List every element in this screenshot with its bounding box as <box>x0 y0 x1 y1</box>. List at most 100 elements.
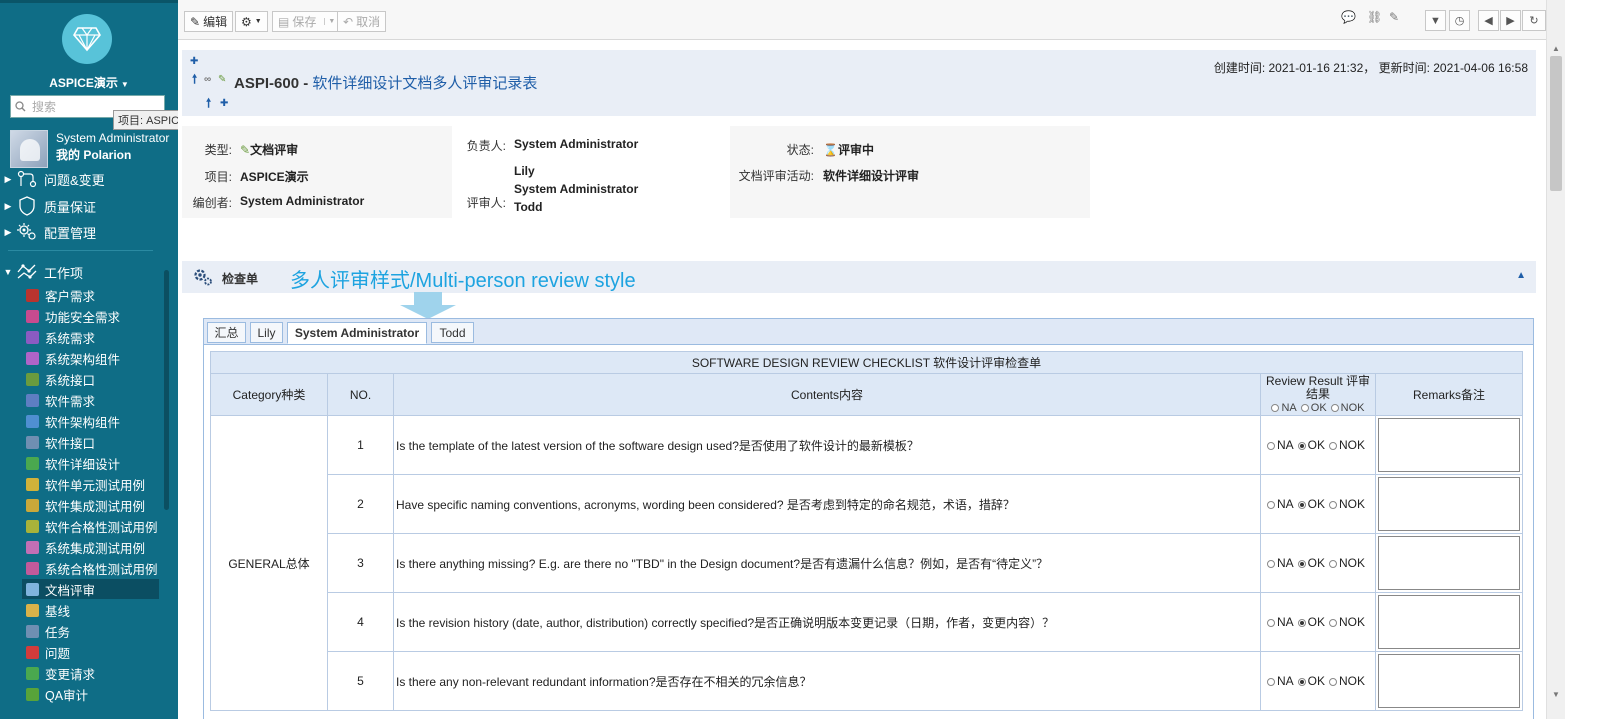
work-item-id[interactable]: ASPI-600 <box>234 75 299 92</box>
radio-ok[interactable] <box>1297 501 1306 509</box>
next-arrow-icon[interactable]: ▶ <box>1500 10 1521 31</box>
work-item-type-icon <box>26 351 39 365</box>
sidebar-item-14[interactable]: 文档评审 <box>22 579 159 599</box>
option-label: NOK <box>1339 556 1366 570</box>
work-item-type-icon <box>26 687 39 701</box>
radio-na[interactable] <box>1267 619 1275 627</box>
radio-na[interactable] <box>1267 678 1275 686</box>
child-arrow-icon[interactable]: 🠕 <box>206 94 211 115</box>
author-label: 编创者: <box>192 196 232 210</box>
sidebar-item-8[interactable]: 软件详细设计 <box>22 453 159 473</box>
sidebar-item-11[interactable]: 软件合格性测试用例 <box>22 516 159 536</box>
scroll-up-icon[interactable]: ▲ <box>1552 44 1560 53</box>
actions-menu-button[interactable]: ⚙ ▼ <box>235 11 268 32</box>
refresh-icon[interactable]: ↻ <box>1522 10 1546 31</box>
sidebar-item-4[interactable]: 系统接口 <box>22 369 159 389</box>
work-item-header: ✚ 🠕 ∞ ✎ 🠕 ✚ ASPI-600 - 软件详细设计文档多人评审记录表 创… <box>182 50 1536 116</box>
work-item-type-icon <box>26 309 39 323</box>
sidebar-item-5[interactable]: 软件需求 <box>22 390 159 410</box>
tab-system-administrator[interactable]: System Administrator <box>287 322 427 344</box>
nav-group-workitems[interactable]: ▼ 工作项 <box>0 260 170 284</box>
radio-na[interactable] <box>1267 442 1275 450</box>
parent-arrow-icon[interactable]: 🠕 <box>192 70 197 91</box>
tab-todd[interactable]: Todd <box>431 322 474 343</box>
cancel-button[interactable]: ↶ 取消 <box>337 11 387 32</box>
sidebar-scrollbar[interactable] <box>164 270 169 510</box>
nav-group-label: 质量保证 <box>44 199 97 215</box>
sidebar-item-13[interactable]: 系统合格性测试用例 <box>22 558 159 578</box>
header-review-result-text: Review Result 评审结果 <box>1265 373 1371 401</box>
save-button[interactable]: ▤ 保存 ▼ <box>272 11 342 32</box>
remarks-input[interactable] <box>1378 595 1520 649</box>
polarion-logo[interactable] <box>62 14 112 64</box>
add-plus-icon[interactable]: ✚ <box>220 98 228 109</box>
sidebar-item-1[interactable]: 功能安全需求 <box>22 306 159 326</box>
sidebar-item-label: 系统接口 <box>45 373 96 388</box>
sidebar-item-17[interactable]: 问题 <box>22 642 159 662</box>
previous-arrow-icon[interactable]: ◀ <box>1478 10 1499 31</box>
sidebar-item-16[interactable]: 任务 <box>22 621 159 641</box>
avatar[interactable] <box>10 130 48 168</box>
remarks-input[interactable] <box>1378 654 1520 708</box>
vertical-scrollbar[interactable]: ▲ ▼ <box>1546 0 1565 719</box>
title-separator: - <box>299 75 313 92</box>
gears-icon <box>194 269 212 286</box>
checklist-rows: GENERAL总体 1 Is the template of the latest … <box>210 415 1523 711</box>
history-clock-icon[interactable]: ◷ <box>1449 10 1470 31</box>
option-ok-label: OK <box>1310 401 1327 414</box>
sidebar-item-9[interactable]: 软件单元测试用例 <box>22 474 159 494</box>
sidebar-item-6[interactable]: 软件架构组件 <box>22 411 159 431</box>
remarks-input[interactable] <box>1378 536 1520 590</box>
radio-ok[interactable] <box>1297 678 1306 686</box>
filter-icon[interactable]: ▼ <box>1425 10 1446 31</box>
radio-nok[interactable] <box>1329 442 1338 450</box>
link-chain-icon[interactable]: ∞ <box>204 74 211 85</box>
radio-nok[interactable] <box>1329 619 1338 627</box>
sidebar-item-label: 软件架构组件 <box>45 415 121 430</box>
user-block[interactable]: System Administrator 我的 Polarion <box>10 130 169 168</box>
radio-na[interactable] <box>1267 501 1275 509</box>
collapse-arrow-icon[interactable]: ▲ <box>1516 270 1526 281</box>
nav-group-qa[interactable]: ▶ 质量保证 <box>0 194 170 218</box>
sidebar-item-2[interactable]: 系统需求 <box>22 327 159 347</box>
project-selector[interactable]: ASPICE演示 ▼ <box>0 74 178 91</box>
radio-ok[interactable] <box>1297 619 1306 627</box>
remarks-input[interactable] <box>1378 418 1520 472</box>
row-remarks-cell <box>1375 415 1523 475</box>
work-item-type-icon <box>26 519 39 533</box>
row-review-result: NA OK NOK <box>1260 474 1376 534</box>
sidebar-item-15[interactable]: 基线 <box>22 600 159 620</box>
nav-group-config[interactable]: ▶ 配置管理 <box>0 220 170 244</box>
sidebar-item-18[interactable]: 变更请求 <box>22 663 159 683</box>
sidebar-item-12[interactable]: 系统集成测试用例 <box>22 537 159 557</box>
radio-ok[interactable] <box>1297 442 1306 450</box>
edit-button[interactable]: ✎ 编辑 <box>184 11 234 32</box>
radio-nok[interactable] <box>1329 560 1338 568</box>
sidebar-item-19[interactable]: QA审计 <box>22 684 159 704</box>
sidebar-item-0[interactable]: 客户需求 <box>22 285 159 305</box>
scroll-down-icon[interactable]: ▼ <box>1552 690 1560 699</box>
scrollbar-thumb[interactable] <box>1550 56 1562 191</box>
chevron-right-icon: ▶ <box>4 226 12 237</box>
radio-na[interactable] <box>1267 560 1275 568</box>
expand-plus-icon[interactable]: ✚ <box>190 56 198 67</box>
my-polarion-link[interactable]: 我的 Polarion <box>56 147 169 164</box>
tab-summary[interactable]: 汇总 <box>207 322 246 343</box>
activity-label: 文档评审活动: <box>738 169 814 183</box>
radio-ok[interactable] <box>1297 560 1306 568</box>
sidebar-item-10[interactable]: 软件集成测试用例 <box>22 495 159 515</box>
nav-group-issues[interactable]: ▶ 问题&变更 <box>0 167 170 191</box>
radio-nok[interactable] <box>1329 678 1338 686</box>
table-row: 3 Is there anything missing? E.g. are the… <box>211 533 1523 593</box>
sidebar-item-7[interactable]: 软件接口 <box>22 432 159 452</box>
checklist-section-header[interactable]: 检查单 多人评审样式/Multi-person review style ▲ <box>182 261 1536 293</box>
tab-lily[interactable]: Lily <box>250 322 283 343</box>
paperclip-icon[interactable]: ✎ <box>1389 10 1399 24</box>
sidebar-item-3[interactable]: 系统架构组件 <box>22 348 159 368</box>
link-icon[interactable]: ⛓ <box>1367 10 1382 24</box>
sidebar-top-edge <box>0 0 178 3</box>
comment-icon[interactable]: 💬 <box>1341 10 1356 24</box>
sidebar-item-label: 软件合格性测试用例 <box>45 520 158 535</box>
radio-nok[interactable] <box>1329 501 1338 509</box>
remarks-input[interactable] <box>1378 477 1520 531</box>
